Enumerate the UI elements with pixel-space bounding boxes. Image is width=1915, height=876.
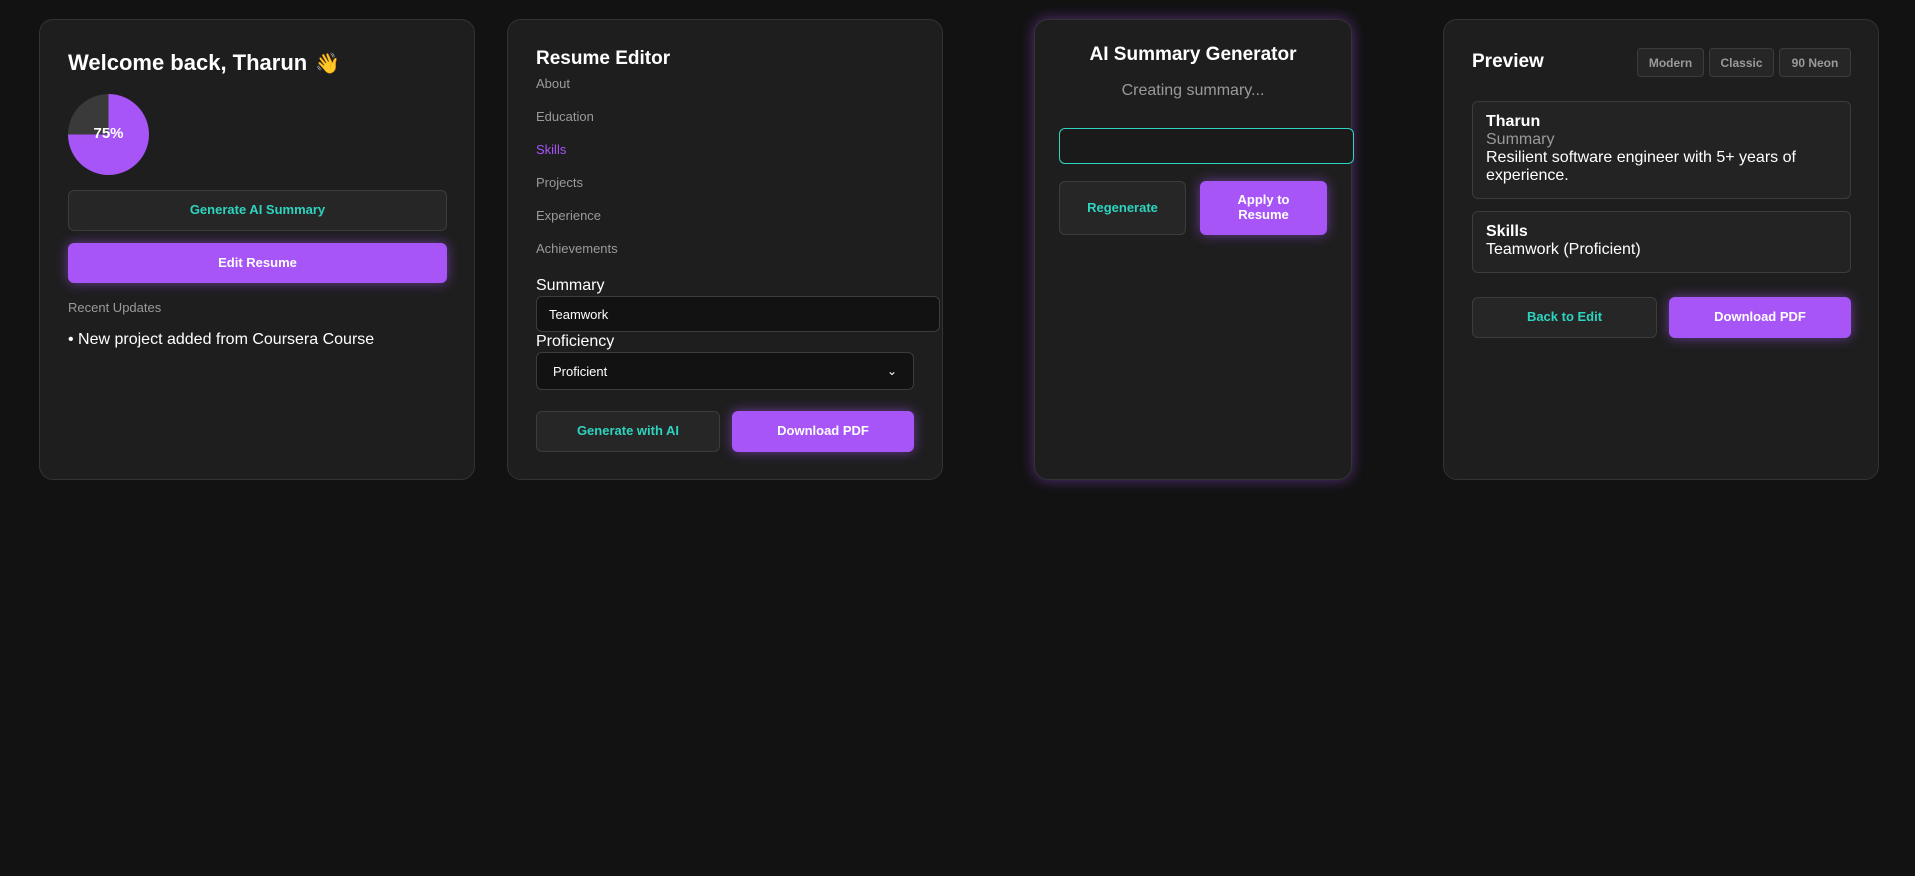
apply-to-resume-button[interactable]: Apply to Resume: [1200, 181, 1327, 235]
ai-generator-title: AI Summary Generator: [1089, 44, 1297, 65]
recent-update-item: • New project added from Coursera Course: [68, 331, 375, 348]
waving-hand-icon: 👋: [315, 53, 341, 75]
preview-summary-section: Tharun Summary Resilient software engine…: [1472, 101, 1851, 199]
download-pdf-button[interactable]: Download PDF: [732, 411, 914, 452]
section-nav-experience[interactable]: Experience: [536, 208, 601, 223]
proficiency-select[interactable]: Proficient ⌄: [536, 352, 914, 390]
preview-skills-section: Skills Teamwork (Proficient): [1472, 211, 1851, 273]
proficiency-selected-value: Proficient: [553, 363, 608, 379]
section-nav-education[interactable]: Education: [536, 109, 594, 124]
back-to-edit-button[interactable]: Back to Edit: [1472, 297, 1657, 338]
summary-input[interactable]: Teamwork: [536, 296, 940, 332]
section-nav-about[interactable]: About: [536, 76, 570, 91]
section-nav-skills[interactable]: Skills: [536, 142, 566, 157]
generate-ai-summary-button[interactable]: Generate AI Summary: [68, 190, 447, 231]
preview-summary-text: Resilient software engineer with 5+ year…: [1486, 149, 1796, 184]
ai-summary-generator-card: AI Summary Generator Creating summary...…: [1034, 19, 1354, 480]
section-nav-projects[interactable]: Projects: [536, 175, 583, 190]
preview-name: Tharun: [1486, 113, 1541, 130]
editor-title: Resume Editor: [536, 48, 671, 69]
ai-generator-status: Creating summary...: [1121, 82, 1265, 99]
theme-classic-button[interactable]: Classic: [1709, 48, 1774, 77]
profile-progress-pie: 75%: [68, 94, 149, 175]
chevron-down-icon: ⌄: [886, 364, 897, 378]
preview-summary-heading: Summary: [1486, 131, 1555, 148]
welcome-heading: Welcome back, Tharun 👋: [68, 50, 340, 76]
summary-field-label: Summary: [536, 277, 605, 294]
ai-summary-input[interactable]: [1059, 128, 1354, 164]
dashboard-card: Welcome back, Tharun 👋 75% Generate AI Su…: [39, 19, 475, 480]
preview-title: Preview: [1472, 51, 1544, 72]
theme-neon-button[interactable]: 90 Neon: [1779, 48, 1851, 77]
edit-resume-button[interactable]: Edit Resume: [68, 243, 447, 283]
preview-skills-text: Teamwork (Proficient): [1486, 241, 1641, 258]
regenerate-button[interactable]: Regenerate: [1059, 181, 1186, 235]
theme-modern-button[interactable]: Modern: [1637, 48, 1704, 77]
recent-updates-label: Recent Updates: [68, 300, 162, 315]
preview-skills-heading: Skills: [1486, 223, 1528, 240]
preview-download-pdf-button[interactable]: Download PDF: [1669, 297, 1851, 338]
preview-card: Preview Modern Classic 90 Neon Tharun Su…: [1443, 19, 1879, 480]
generate-with-ai-button[interactable]: Generate with AI: [536, 411, 720, 452]
progress-percentage: 75%: [93, 125, 124, 142]
resume-editor-card: Resume Editor About Education Skills Pro…: [507, 19, 943, 480]
section-nav-achievements[interactable]: Achievements: [536, 241, 618, 256]
welcome-text: Welcome back, Tharun: [68, 50, 308, 75]
proficiency-field-label: Proficiency: [536, 333, 615, 350]
